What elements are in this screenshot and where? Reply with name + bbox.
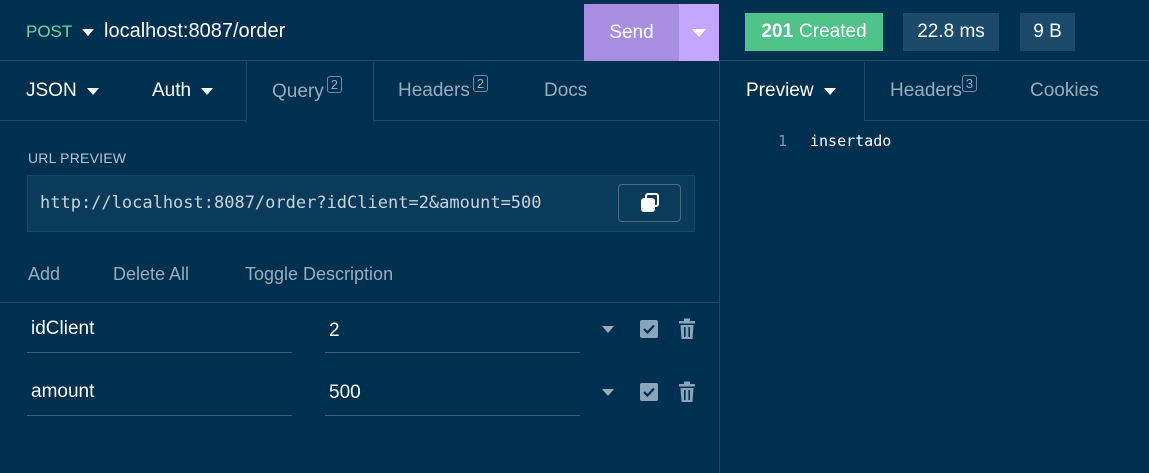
url-input[interactable]: localhost:8087/order	[104, 20, 285, 43]
param-options-chevron-icon[interactable]	[602, 389, 614, 396]
param-name-input[interactable]: amount	[31, 381, 94, 403]
tab-label: Query	[272, 81, 324, 102]
tab-preview[interactable]: Preview	[720, 62, 865, 120]
url-preview-text: http://localhost:8087/order?idClient=2&a…	[40, 193, 542, 213]
tab-underline	[373, 120, 719, 121]
line-number: 1	[778, 132, 788, 150]
tab-auth[interactable]: Auth	[152, 62, 214, 120]
status-badge: 201 Created	[745, 13, 883, 51]
tab-label: Docs	[544, 80, 588, 101]
input-underline	[27, 352, 292, 353]
response-size-badge: 9 B	[1020, 13, 1075, 51]
tab-headers[interactable]: Headers 2	[398, 62, 489, 120]
input-underline	[27, 415, 292, 416]
check-icon	[643, 387, 655, 397]
divider	[0, 302, 719, 303]
delete-all-button[interactable]: Delete All	[113, 264, 189, 285]
check-icon	[643, 324, 655, 334]
copy-icon	[640, 193, 659, 212]
input-underline	[325, 415, 580, 416]
method-selector[interactable]: POST	[26, 22, 95, 42]
tab-body-json[interactable]: JSON	[26, 62, 99, 120]
delete-param-button[interactable]	[678, 318, 696, 345]
response-time-badge: 22.8 ms	[903, 13, 999, 51]
tab-cookies[interactable]: Cookies	[1030, 62, 1099, 120]
tab-query[interactable]: Query 2	[246, 62, 374, 122]
status-text: Created	[799, 21, 867, 42]
headers-count-badge: 2	[472, 74, 489, 92]
send-options-button[interactable]	[679, 4, 719, 61]
tab-label: Preview	[746, 80, 814, 101]
send-button[interactable]: Send	[584, 4, 679, 61]
param-value-input[interactable]: 2	[329, 320, 340, 342]
tab-docs[interactable]: Docs	[544, 62, 587, 120]
input-underline	[325, 352, 580, 353]
status-code: 201	[761, 21, 794, 42]
chevron-down-icon	[823, 87, 836, 95]
chevron-down-icon	[692, 28, 706, 37]
param-name-input[interactable]: idClient	[31, 318, 94, 340]
pane-divider[interactable]	[719, 61, 720, 473]
response-headers-count-badge: 3	[961, 74, 978, 92]
trash-icon	[679, 381, 695, 402]
url-preview-label: URL PREVIEW	[28, 150, 127, 166]
query-count-badge: 2	[326, 75, 342, 93]
trash-icon	[679, 318, 695, 339]
tab-label: Headers	[398, 80, 470, 101]
response-body-line: insertado	[810, 132, 892, 150]
tab-label: JSON	[26, 80, 77, 101]
param-options-chevron-icon[interactable]	[602, 326, 614, 333]
tab-response-headers[interactable]: Headers 3	[890, 62, 978, 120]
param-enabled-checkbox[interactable]	[640, 320, 658, 338]
method-label: POST	[26, 22, 73, 41]
copy-url-button[interactable]	[618, 184, 681, 222]
tab-label: Headers	[890, 80, 962, 101]
add-param-button[interactable]: Add	[28, 264, 60, 285]
param-enabled-checkbox[interactable]	[640, 383, 658, 401]
chevron-down-icon	[201, 87, 214, 95]
tab-underline	[0, 120, 246, 121]
delete-param-button[interactable]	[678, 381, 696, 408]
tab-label: Auth	[152, 80, 192, 101]
toggle-description-button[interactable]: Toggle Description	[245, 264, 393, 285]
chevron-down-icon	[86, 87, 99, 95]
tab-label: Cookies	[1030, 80, 1099, 101]
chevron-down-icon	[82, 28, 95, 36]
tab-underline	[864, 120, 1149, 121]
param-value-input[interactable]: 500	[329, 382, 361, 404]
